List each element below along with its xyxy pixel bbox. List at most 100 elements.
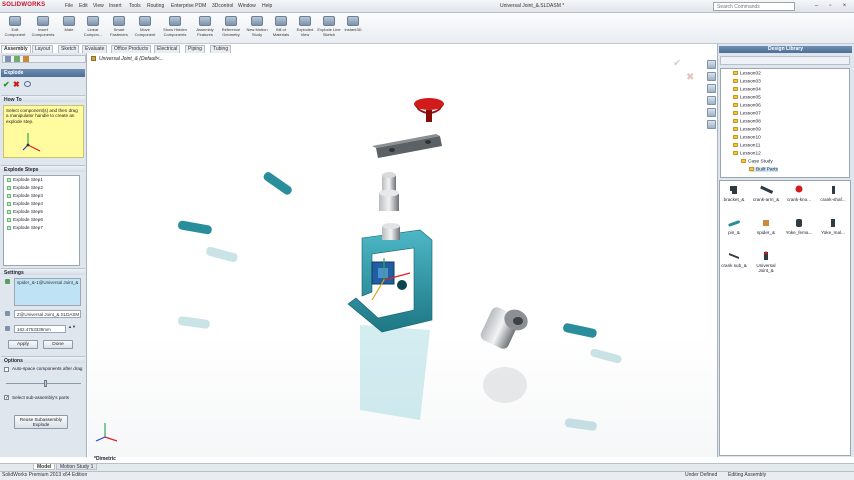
apply-button[interactable]: Apply [8, 340, 38, 349]
new-motion-study-button[interactable]: New Motion Study [244, 15, 270, 43]
tab-evaluate[interactable]: Evaluate [82, 45, 108, 53]
menu-edit[interactable]: Edit [79, 3, 88, 9]
menu-enterprise-pdm[interactable]: Enterprise PDM [171, 3, 206, 9]
tab-layout[interactable]: Layout [32, 45, 54, 53]
undo-icon[interactable] [24, 81, 31, 87]
distance-spinner-icon[interactable]: ▲▼ [68, 325, 76, 333]
spider-part[interactable] [371, 258, 411, 301]
auto-space-checkbox[interactable] [4, 367, 9, 372]
menu-window[interactable]: Window [238, 3, 256, 9]
tree-node-lesson07[interactable]: Lesson07 [733, 111, 761, 116]
crank-shaft-part[interactable] [379, 172, 399, 211]
edit-component-button[interactable]: Edit Component [2, 15, 28, 43]
direction-field[interactable]: Z@Universal Joint_&.SLDASM [14, 310, 81, 318]
tree-node-lesson09[interactable]: Lesson09 [733, 127, 761, 132]
explode-step-6[interactable]: Explode Step6 [7, 217, 43, 222]
explode-line-sketch-button[interactable]: Explode Line Sketch [316, 15, 342, 43]
move-component-button[interactable]: Move Component [132, 15, 158, 43]
minimize-icon[interactable]: – [812, 2, 821, 10]
menu-tools[interactable]: Tools [129, 3, 141, 9]
tree-node-lesson12[interactable]: Lesson12 [733, 151, 761, 156]
component-selection-box[interactable]: spider_&-1@Universal Joint_& [14, 278, 81, 306]
search-input[interactable]: Search Commands [713, 2, 795, 11]
menu-file[interactable]: File [65, 3, 73, 9]
tab-sketch[interactable]: Sketch [58, 45, 80, 53]
done-button[interactable]: Done [43, 340, 73, 349]
restore-icon[interactable]: ▫ [826, 2, 835, 10]
options-header[interactable]: Options [1, 356, 85, 364]
part-pin[interactable]: pin_& [719, 218, 749, 235]
explode-step-4[interactable]: Explode Step4 [7, 201, 43, 206]
smart-fasteners-button[interactable]: Smart Fasteners [106, 15, 132, 43]
menu-routing[interactable]: Routing [147, 3, 164, 9]
resources-icon[interactable] [707, 60, 716, 69]
distance-field[interactable]: 182.4753339mm [14, 325, 66, 333]
pin-part[interactable] [562, 323, 597, 339]
reuse-subassembly-button[interactable]: Reuse Subassembly Explode [14, 415, 68, 429]
tab-motion-study-1[interactable]: Motion Study 1 [56, 463, 98, 470]
part-yoke-female[interactable]: Yoke_fema... [784, 218, 814, 235]
close-icon[interactable]: × [840, 2, 849, 10]
explode-step-1[interactable]: Explode Step1 [7, 177, 43, 182]
explode-steps-header[interactable]: Explode Steps [1, 165, 85, 173]
tab-office-products[interactable]: Office Products [111, 45, 152, 53]
menu-help[interactable]: Help [262, 3, 272, 9]
bill-of-materials-button[interactable]: Bill of Materials [268, 15, 294, 43]
tab-electrical[interactable]: Electrical [154, 45, 181, 53]
menu-3dcontrol[interactable]: 3Dcontrol [212, 3, 233, 9]
settings-header[interactable]: Settings [1, 268, 85, 276]
tree-node-lesson04[interactable]: Lesson04 [733, 87, 761, 92]
design-library-icon[interactable] [707, 72, 716, 81]
tree-node-lesson05[interactable]: Lesson05 [733, 95, 761, 100]
linear-pattern-button[interactable]: Linear Compon... [80, 15, 106, 43]
crank-knob-part[interactable] [414, 98, 444, 122]
tree-node-built-parts[interactable]: Built Parts [749, 167, 778, 173]
property-manager-tab-icon[interactable] [14, 56, 20, 62]
menu-view[interactable]: View [93, 3, 104, 9]
tree-node-lesson02[interactable]: Lesson02 [733, 71, 761, 76]
menu-insert[interactable]: Insert [109, 3, 122, 9]
instant3d-button[interactable]: Instant3D [340, 15, 366, 43]
exploded-view-button[interactable]: Exploded View [292, 15, 318, 43]
appearances-icon[interactable] [707, 108, 716, 117]
tab-tubing[interactable]: Tubing [210, 45, 232, 53]
tab-model[interactable]: Model [33, 463, 56, 470]
spacing-slider-handle[interactable] [44, 380, 47, 387]
tree-node-lesson08[interactable]: Lesson08 [733, 119, 761, 124]
pin-part[interactable] [177, 220, 212, 235]
part-bracket[interactable]: bracket_& [719, 185, 749, 202]
yoke-female-part[interactable] [479, 305, 531, 350]
pin-part[interactable] [262, 171, 293, 197]
part-crank-sub[interactable]: crank sub_& [719, 251, 749, 268]
tab-piping[interactable]: Piping [185, 45, 205, 53]
insert-components-button[interactable]: Insert Components [30, 15, 56, 43]
tree-node-case-study[interactable]: Case Study [741, 159, 773, 164]
part-crank-knob[interactable]: crank-kno... [784, 185, 814, 202]
cancel-x-icon[interactable]: ✖ [13, 80, 20, 89]
view-palette-icon[interactable] [707, 96, 716, 105]
howto-header[interactable]: How To [1, 95, 85, 103]
explode-step-3[interactable]: Explode Step3 [7, 193, 43, 198]
file-explorer-icon[interactable] [707, 84, 716, 93]
tree-node-lesson10[interactable]: Lesson10 [733, 135, 761, 140]
ok-check-icon[interactable]: ✔ [3, 80, 10, 89]
mate-button[interactable]: Mate [56, 15, 82, 43]
part-spider[interactable]: spider_& [751, 218, 781, 235]
crank-arm-part[interactable] [372, 134, 442, 158]
explode-step-2[interactable]: Explode Step2 [7, 185, 43, 190]
tree-node-lesson06[interactable]: Lesson06 [733, 103, 761, 108]
tab-assembly[interactable]: Assembly [1, 45, 31, 53]
reference-geometry-button[interactable]: Reference Geometry [218, 15, 244, 43]
explode-step-5[interactable]: Explode Step5 [7, 209, 43, 214]
part-universal-joint[interactable]: Universal Joint_& [751, 251, 781, 273]
part-crank-shaft[interactable]: crank-shaf... [818, 185, 848, 202]
tree-node-lesson03[interactable]: Lesson03 [733, 79, 761, 84]
part-crank-arm[interactable]: crank-arm_& [751, 185, 781, 202]
custom-properties-icon[interactable] [707, 120, 716, 129]
explode-step-7[interactable]: Explode Step7 [7, 225, 43, 230]
tree-node-lesson11[interactable]: Lesson11 [733, 143, 760, 148]
assembly-features-button[interactable]: Assembly Features [192, 15, 218, 43]
show-hidden-components-button[interactable]: Show Hidden Components [162, 15, 188, 43]
sub-assembly-checkbox[interactable]: ✓ [4, 395, 9, 401]
part-yoke-male[interactable]: Yoke_mal... [818, 218, 848, 235]
